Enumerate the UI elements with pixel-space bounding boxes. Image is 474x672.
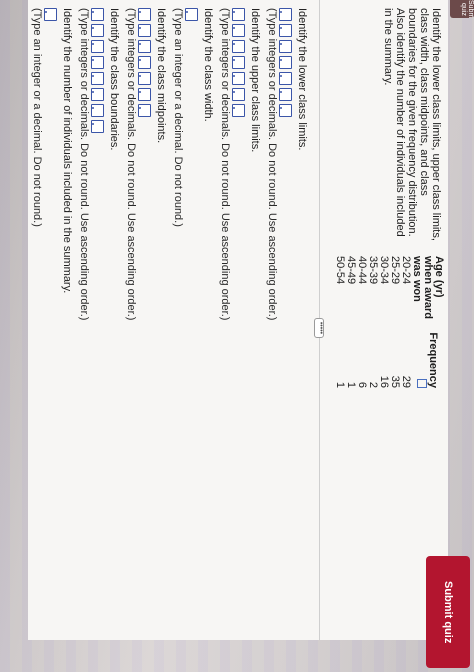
answer-input[interactable] (279, 88, 292, 101)
question-boundaries: Identify the class boundaries. (Type int… (77, 8, 120, 608)
question-hint: (Type an integer or a decimal. Do not ro… (31, 8, 43, 227)
frequency-table: Age (yr) when award was won Frequency 20… (334, 252, 445, 392)
freq-cell: 1 (334, 381, 346, 388)
submit-quiz-button[interactable]: Submit quiz (426, 556, 470, 668)
copy-icon[interactable] (417, 379, 428, 388)
answer-input[interactable] (138, 72, 151, 85)
answer-boxes (185, 8, 198, 608)
answer-input[interactable] (279, 40, 292, 53)
question-label: Identify the class width. (202, 8, 214, 122)
answer-input[interactable] (91, 24, 104, 37)
question-lower-limits: Identify the lower class limits. (Type i… (265, 8, 308, 608)
age-cell: 25-29 (389, 256, 401, 285)
table-row: 25-29 35 (389, 252, 401, 392)
answer-input[interactable] (279, 104, 292, 117)
question-individuals: Identify the number of individuals inclu… (30, 8, 73, 608)
answer-input[interactable] (232, 72, 245, 85)
question-label: Identify the number of individuals inclu… (61, 8, 73, 294)
answer-input[interactable] (138, 24, 151, 37)
rotated-screen: Identify the lower class limits, upper c… (28, 0, 448, 672)
freq-cell: 29 (400, 375, 412, 388)
age-cell: 45-49 (345, 256, 357, 285)
answer-input[interactable] (138, 56, 151, 69)
age-cell: 50-54 (334, 256, 346, 285)
answer-input[interactable] (138, 40, 151, 53)
freq-cell: 16 (378, 375, 390, 388)
table-header-row: Age (yr) when award was won Frequency (411, 252, 445, 392)
table-row: 35-39 2 (367, 252, 379, 392)
answer-input[interactable] (279, 8, 292, 21)
question-label: Identify the class boundaries. (108, 8, 120, 151)
answer-input[interactable] (91, 72, 104, 85)
answer-input[interactable] (232, 24, 245, 37)
answer-input[interactable] (138, 8, 151, 21)
question-hint: (Type an integer or a decimal. Do not ro… (172, 8, 184, 227)
answer-input[interactable] (91, 56, 104, 69)
answer-input[interactable] (91, 40, 104, 53)
question-hint: (Type integers or decimals. Do not round… (266, 8, 278, 321)
table-row: 40-44 6 (356, 252, 368, 392)
answer-boxes (232, 8, 245, 608)
answer-input[interactable] (185, 8, 198, 21)
frequency-header: Frequency (411, 325, 444, 392)
answer-input[interactable] (232, 8, 245, 21)
table-row: 30-34 16 (378, 252, 390, 392)
question-panel: Identify the lower class limits, upper c… (28, 0, 448, 640)
answer-boxes (138, 8, 151, 608)
answer-input[interactable] (279, 56, 292, 69)
answer-input[interactable] (91, 120, 104, 133)
answer-boxes (44, 8, 57, 608)
age-cell: 20-24 (400, 256, 412, 285)
answer-input[interactable] (138, 104, 151, 117)
question-class-width: Identify the class width. (Type an integ… (171, 8, 214, 608)
answer-input[interactable] (232, 40, 245, 53)
question-upper-limits: Identify the upper class limits. (Type i… (218, 8, 261, 608)
answer-input[interactable] (91, 8, 104, 21)
answer-boxes (279, 8, 292, 608)
answer-input[interactable] (232, 88, 245, 101)
answer-input[interactable] (44, 8, 57, 21)
answer-boxes (91, 8, 104, 608)
freq-cell: 35 (389, 375, 401, 388)
answer-input[interactable] (279, 72, 292, 85)
answer-input[interactable] (91, 88, 104, 101)
freq-cell: 2 (367, 381, 379, 388)
age-cell: 30-34 (378, 256, 390, 285)
answer-section: Identify the lower class limits. (Type i… (26, 8, 308, 608)
question-hint: (Type integers or decimals. Do not round… (78, 8, 90, 321)
freq-cell: 6 (356, 381, 368, 388)
age-header: Age (yr) when award was won (411, 256, 445, 319)
question-midpoints: Identify the class midpoints. (Type inte… (124, 8, 167, 608)
expand-more-button[interactable]: ••••• (314, 318, 324, 338)
answer-input[interactable] (232, 104, 245, 117)
question-hint: (Type integers or decimals. Do not round… (125, 8, 137, 321)
answer-input[interactable] (91, 104, 104, 117)
table-row: 20-24 29 (400, 252, 412, 392)
table-row: 50-54 1 (334, 252, 346, 392)
top-submit-tab[interactable]: Submit quiz (450, 0, 474, 18)
table-row: 45-49 1 (345, 252, 357, 392)
age-cell: 40-44 (356, 256, 368, 285)
question-label: Identify the upper class limits. (249, 8, 261, 153)
question-intro: Identify the lower class limits, upper c… (382, 8, 442, 241)
question-label: Identify the lower class limits. (296, 8, 308, 151)
age-cell: 35-39 (367, 256, 379, 285)
freq-cell: 1 (345, 381, 357, 388)
answer-input[interactable] (232, 56, 245, 69)
answer-input[interactable] (138, 88, 151, 101)
answer-input[interactable] (279, 24, 292, 37)
question-label: Identify the class midpoints. (155, 8, 167, 144)
question-hint: (Type integers or decimals. Do not round… (219, 8, 231, 321)
